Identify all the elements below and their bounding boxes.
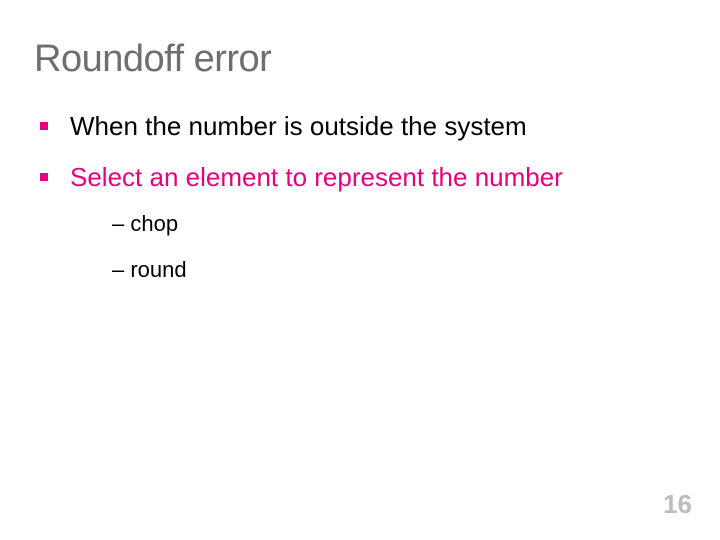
- slide-content: When the number is outside the system Se…: [40, 110, 680, 303]
- sub-list: – chop – round: [112, 211, 680, 283]
- square-bullet-icon: [40, 122, 48, 130]
- bullet-text: When the number is outside the system: [70, 110, 527, 143]
- slide: Roundoff error When the number is outsid…: [0, 0, 720, 540]
- bullet-item: When the number is outside the system: [40, 110, 680, 143]
- bullet-item: Select an element to represent the numbe…: [40, 161, 680, 194]
- sub-item: – chop: [112, 211, 680, 237]
- slide-title: Roundoff error: [34, 38, 271, 81]
- bullet-text: Select an element to represent the numbe…: [70, 161, 563, 194]
- sub-item: – round: [112, 257, 680, 283]
- square-bullet-icon: [40, 173, 48, 181]
- page-number: 16: [663, 489, 692, 520]
